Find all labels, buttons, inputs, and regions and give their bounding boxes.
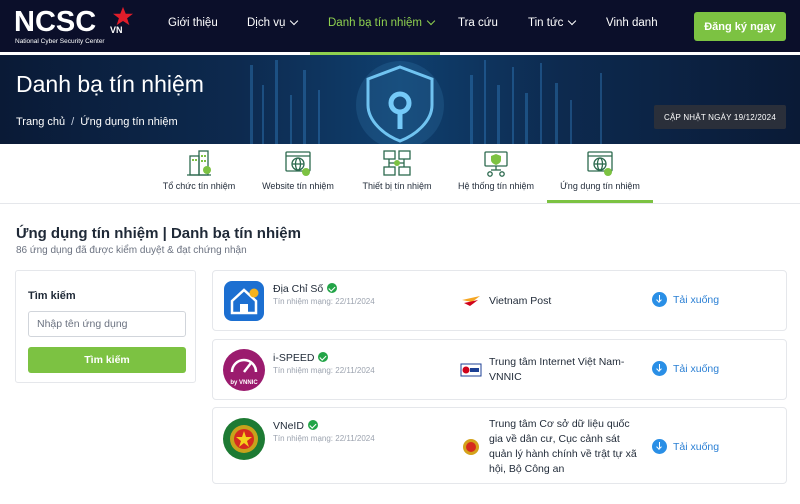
download-icon [652, 292, 667, 307]
search-input[interactable] [28, 311, 186, 337]
app-trust-date: Tín nhiệm mạng: 22/11/2024 [273, 366, 375, 375]
nav-item-tra-cuu[interactable]: Tra cứu [458, 17, 498, 29]
tab-website-tin-nhiem[interactable]: Website tín nhiệm [248, 144, 348, 204]
tab-active-indicator [547, 200, 653, 203]
logo-suffix: VN [110, 25, 123, 35]
provider-name: Trung tâm Internet Việt Nam-VNNIC [489, 356, 625, 383]
vnnic-logo-icon [460, 363, 482, 377]
tab-thiet-bi-tin-nhiem[interactable]: Thiết bị tín nhiệm [348, 144, 446, 204]
banner-background-graphic [250, 60, 602, 144]
app-trust-date: Tín nhiệm mạng: 22/11/2024 [273, 434, 375, 443]
download-link[interactable]: Tải xuống [652, 361, 719, 376]
app-card: Địa Chỉ Số Tín nhiệm mạng: 22/11/2024 Vi… [212, 270, 787, 331]
page-title: Danh bạ tín nhiệm [16, 71, 204, 97]
tab-he-thong-tin-nhiem[interactable]: Hệ thống tín nhiệm [446, 144, 546, 204]
globe-window-icon [587, 151, 613, 176]
i-speed-logo-icon: by VNNIC [223, 349, 265, 391]
app-card: VNeID Tín nhiệm mạng: 22/11/2024 Trung t… [212, 407, 787, 484]
app-name[interactable]: i-SPEED [273, 351, 329, 364]
building-check-icon [187, 150, 211, 176]
provider-name: Vietnam Post [489, 295, 552, 307]
download-icon [652, 361, 667, 376]
logo-text: NCSC [14, 6, 97, 38]
breadcrumb-current: Ứng dụng tín nhiệm [80, 116, 178, 128]
update-date-badge: CẬP NHẬT NGÀY 19/12/2024 [654, 105, 786, 129]
nav-item-gioi-thieu[interactable]: Giới thiệu [168, 17, 218, 29]
breadcrumb-separator: / [71, 116, 75, 128]
shield-system-icon [484, 151, 508, 177]
download-link[interactable]: Tải xuống [652, 439, 719, 454]
verified-check-icon [318, 352, 329, 362]
logo-subtitle: National Cyber Security Center [15, 38, 105, 45]
chevron-down-icon [426, 16, 436, 26]
verified-check-icon [327, 283, 338, 293]
search-title: Tìm kiếm [28, 290, 76, 302]
chevron-down-icon [568, 16, 577, 26]
top-navbar: NCSC VN National Cyber Security Center G… [0, 0, 800, 52]
nav-item-danh-ba-tin-nhiem[interactable]: Danh bạ tín nhiệm [328, 16, 436, 29]
chevron-down-icon [290, 16, 299, 26]
provider-name: Trung tâm Cơ sở dữ liệu quốc gia về dân … [489, 418, 637, 475]
app-name[interactable]: VNeID [273, 419, 318, 432]
section-subheading: 86 ứng dụng đã được kiểm duyệt & đạt chứ… [16, 245, 247, 256]
dia-chi-so-logo-icon [224, 281, 264, 321]
download-icon [652, 439, 667, 454]
nav-item-vinh-danh[interactable]: Vinh danh [606, 17, 658, 29]
nav-item-dich-vu[interactable]: Dịch vụ [247, 16, 299, 29]
register-button[interactable]: Đăng ký ngay [694, 12, 786, 41]
app-card: by VNNIC i-SPEED Tín nhiệm mạng: 22/11/2… [212, 339, 787, 400]
tab-ung-dung-tin-nhiem[interactable]: Ứng dụng tín nhiệm [547, 144, 653, 204]
search-button[interactable]: Tìm kiếm [28, 347, 186, 373]
police-emblem-icon [463, 439, 479, 455]
breadcrumb: Trang chủ / Ứng dụng tín nhiệm [16, 116, 178, 128]
globe-window-icon [285, 151, 311, 176]
star-icon [113, 6, 133, 26]
vneid-logo-icon [223, 418, 265, 460]
app-name[interactable]: Địa Chỉ Số [273, 282, 338, 295]
nav-item-tin-tuc[interactable]: Tin tức [528, 16, 577, 29]
breadcrumb-home-link[interactable]: Trang chủ [16, 116, 65, 128]
device-network-icon [383, 150, 411, 176]
tab-to-chuc-tin-nhiem[interactable]: Tổ chức tín nhiệm [150, 144, 248, 204]
category-tabs: Tổ chức tín nhiệm Website tín nhiệm Thiế… [0, 144, 800, 204]
verified-check-icon [307, 420, 318, 430]
i-speed-logo-text: by VNNIC [230, 380, 258, 386]
ncsc-logo[interactable]: NCSC VN National Cyber Security Center [14, 6, 134, 47]
page-banner: Danh bạ tín nhiệm Trang chủ / Ứng dụng tín… [0, 55, 800, 144]
download-link[interactable]: Tải xuống [652, 292, 719, 307]
app-trust-date: Tín nhiệm mạng: 22/11/2024 [273, 297, 375, 306]
section-heading: Ứng dụng tín nhiệm | Danh bạ tín nhiệm [16, 225, 301, 242]
search-panel: Tìm kiếm Tìm kiếm [15, 270, 196, 383]
vietnam-post-logo-icon [462, 296, 480, 306]
